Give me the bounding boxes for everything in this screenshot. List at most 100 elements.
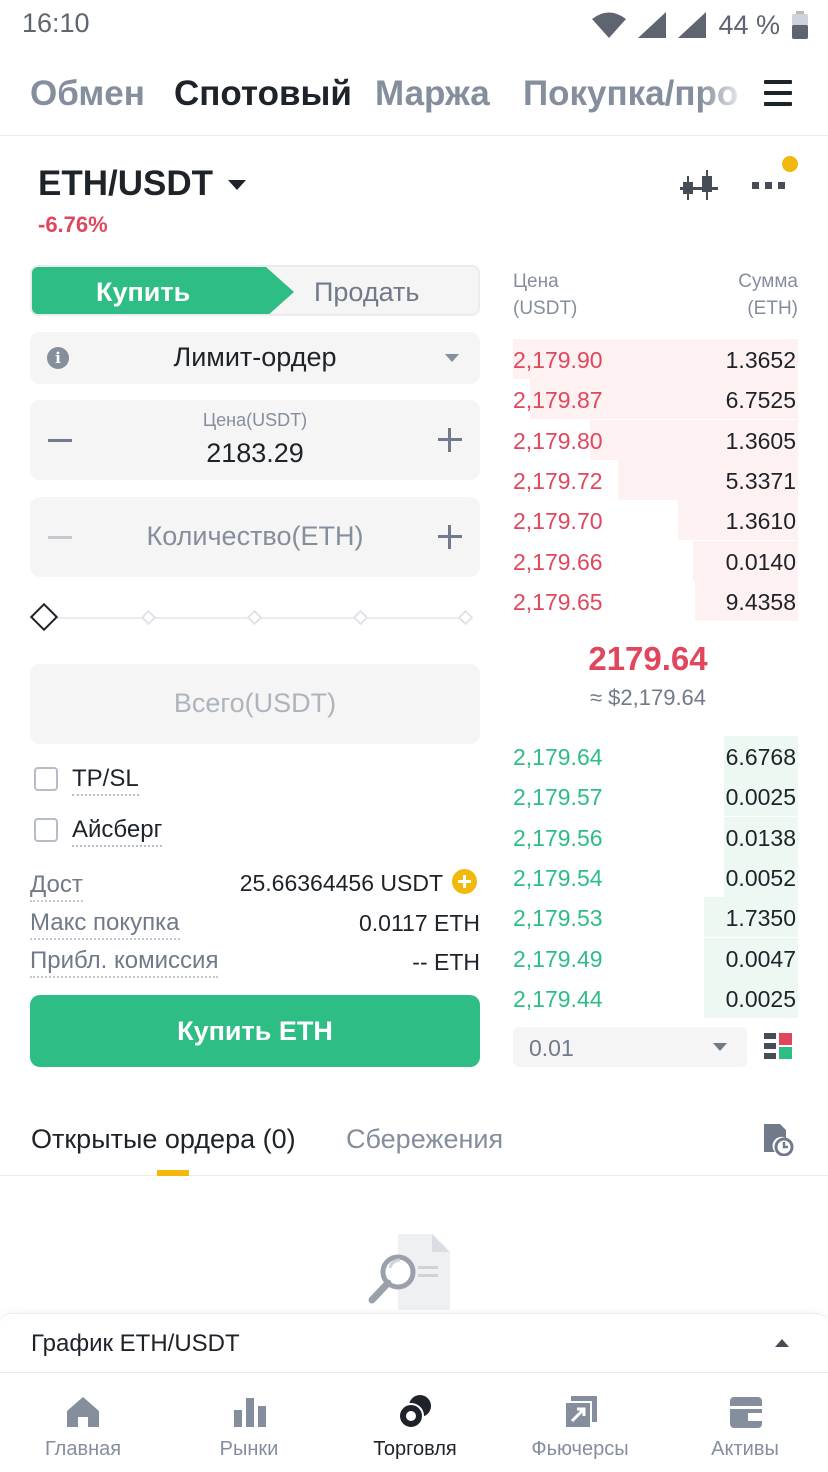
ask-row[interactable]: 2,179.72 5.3371 — [513, 459, 798, 500]
nav-futures[interactable]: Фьючерсы — [497, 1374, 663, 1472]
bid-row[interactable]: 2,179.44 0.0025 — [513, 977, 798, 1018]
menu-icon[interactable] — [764, 80, 792, 108]
nav-markets[interactable]: Рынки — [166, 1374, 332, 1472]
tab-open-orders[interactable]: Открытые ордера (0) — [31, 1124, 296, 1155]
iceberg-checkbox[interactable] — [34, 818, 58, 842]
ask-amount: 6.7525 — [725, 387, 796, 414]
ask-row[interactable]: 2,179.66 0.0140 — [513, 540, 798, 581]
bid-price: 2,179.57 — [513, 784, 603, 811]
pair-name[interactable]: ETH/USDT — [38, 164, 213, 204]
bid-row[interactable]: 2,179.49 0.0047 — [513, 937, 798, 978]
ask-price: 2,179.80 — [513, 427, 603, 454]
home-icon — [67, 1397, 99, 1427]
chart-drawer-label: График ETH/USDT — [31, 1330, 240, 1357]
total-input[interactable]: Всего(USDT) — [30, 664, 480, 744]
bid-row[interactable]: 2,179.57 0.0025 — [513, 776, 798, 817]
buy-eth-button[interactable]: Купить ETH — [30, 995, 480, 1067]
qty-plus-button[interactable] — [438, 525, 462, 549]
available-label[interactable]: Дост — [30, 871, 83, 902]
tab-savings[interactable]: Сбережения — [346, 1124, 503, 1155]
bid-price: 2,179.56 — [513, 824, 603, 851]
more-icon[interactable] — [752, 180, 786, 190]
trade-icon — [398, 1395, 431, 1429]
amount-slider[interactable] — [29, 602, 480, 634]
slider-tick-75[interactable] — [352, 609, 369, 626]
fee-label[interactable]: Прибл. комиссия — [30, 947, 219, 978]
orderbook-amount-header: Сумма (ETH) — [738, 268, 798, 322]
bid-row[interactable]: 2,179.54 0.0052 — [513, 856, 798, 897]
tab-margin[interactable]: Маржа — [375, 74, 490, 114]
bottom-nav: Главная Рынки Торговля Фьючерсы Активы — [0, 1374, 828, 1472]
bid-row[interactable]: 2,179.64 6.6768 — [513, 736, 798, 776]
precision-value: 0.01 — [529, 1035, 574, 1061]
buy-tab[interactable]: Купить — [32, 267, 266, 314]
tpsl-checkbox[interactable] — [34, 767, 58, 791]
ask-amount: 5.3371 — [725, 467, 796, 494]
ask-row[interactable]: 2,179.80 1.3605 — [513, 419, 798, 460]
wallet-icon — [730, 1397, 762, 1428]
nav-home[interactable]: Главная — [0, 1374, 166, 1472]
orderbook-layout-icon[interactable] — [764, 1033, 792, 1061]
signal-icon-2 — [678, 12, 707, 38]
battery-percent: 44 % — [718, 9, 780, 40]
ask-row[interactable]: 2,179.90 1.3652 — [513, 339, 798, 379]
bid-amount: 0.0052 — [725, 864, 796, 891]
status-time: 16:10 — [22, 8, 90, 38]
status-bar: 16:10 44 % — [0, 0, 828, 50]
total-placeholder: Всего(USDT) — [173, 688, 337, 718]
battery-icon — [792, 11, 808, 39]
candlestick-chart-icon[interactable] — [680, 170, 718, 204]
tab-spot[interactable]: Спотовый — [174, 74, 352, 114]
sell-tab[interactable]: Продать — [314, 277, 419, 308]
add-funds-icon[interactable] — [452, 869, 477, 894]
price-value[interactable]: 2183.29 — [30, 438, 480, 469]
notification-dot — [782, 156, 798, 172]
precision-select[interactable]: 0.01 — [513, 1027, 747, 1067]
max-buy-value: 0.0117 ETH — [358, 910, 480, 936]
tpsl-label[interactable]: TP/SL — [72, 765, 139, 796]
ask-amount: 1.3610 — [725, 508, 796, 535]
ask-row[interactable]: 2,179.70 1.3610 — [513, 500, 798, 541]
chevron-up-icon[interactable] — [775, 1339, 789, 1347]
bid-row[interactable]: 2,179.56 0.0138 — [513, 816, 798, 857]
buy-tab-arrow — [266, 267, 294, 314]
ask-price: 2,179.72 — [513, 467, 603, 494]
quantity-input[interactable]: Количество(ETH) — [30, 497, 480, 577]
price-plus-button[interactable] — [438, 428, 462, 452]
status-icons: 44 % — [592, 8, 808, 42]
futures-icon — [564, 1396, 597, 1429]
chevron-down-icon — [713, 1043, 727, 1051]
ask-row[interactable]: 2,179.65 9.4358 — [513, 580, 798, 621]
slider-tick-100[interactable] — [457, 609, 474, 626]
nav-trade[interactable]: Торговля — [332, 1374, 498, 1472]
bid-price: 2,179.54 — [513, 864, 603, 891]
nav-wallet[interactable]: Активы — [662, 1374, 828, 1472]
max-buy-label[interactable]: Макс покупка — [30, 909, 180, 940]
bid-price: 2,179.64 — [513, 744, 603, 770]
ask-amount: 1.3605 — [725, 427, 796, 454]
price-label: Цена(USDT) — [202, 410, 308, 430]
amount-header-label: Сумма — [738, 271, 798, 292]
price-header-label: Цена — [513, 271, 559, 292]
price-input[interactable]: Цена(USDT) 2183.29 — [30, 400, 480, 480]
ask-row[interactable]: 2,179.87 6.7525 — [513, 379, 798, 420]
chart-drawer[interactable]: График ETH/USDT — [0, 1313, 828, 1373]
ask-price: 2,179.90 — [513, 347, 603, 373]
slider-thumb[interactable] — [29, 602, 59, 632]
ask-price: 2,179.70 — [513, 508, 603, 535]
last-price-usd: ≈ $2,179.64 — [589, 685, 707, 710]
fee-value: -- ETH — [412, 949, 480, 975]
last-price[interactable]: 2179.64 — [513, 640, 783, 678]
nav-trade-label: Торговля — [373, 1438, 457, 1460]
bid-amount: 0.0025 — [725, 985, 796, 1012]
tab-exchange[interactable]: Обмен — [30, 74, 145, 114]
order-type-select[interactable]: i Лимит-ордер — [30, 332, 480, 384]
no-records-icon — [368, 1234, 450, 1310]
order-history-icon[interactable] — [762, 1122, 794, 1156]
iceberg-label[interactable]: Айсберг — [72, 816, 163, 847]
slider-tick-25[interactable] — [140, 609, 157, 626]
bid-amount: 1.7350 — [725, 905, 796, 932]
slider-tick-50[interactable] — [246, 609, 263, 626]
pair-dropdown-icon[interactable] — [228, 180, 246, 190]
bid-row[interactable]: 2,179.53 1.7350 — [513, 897, 798, 938]
